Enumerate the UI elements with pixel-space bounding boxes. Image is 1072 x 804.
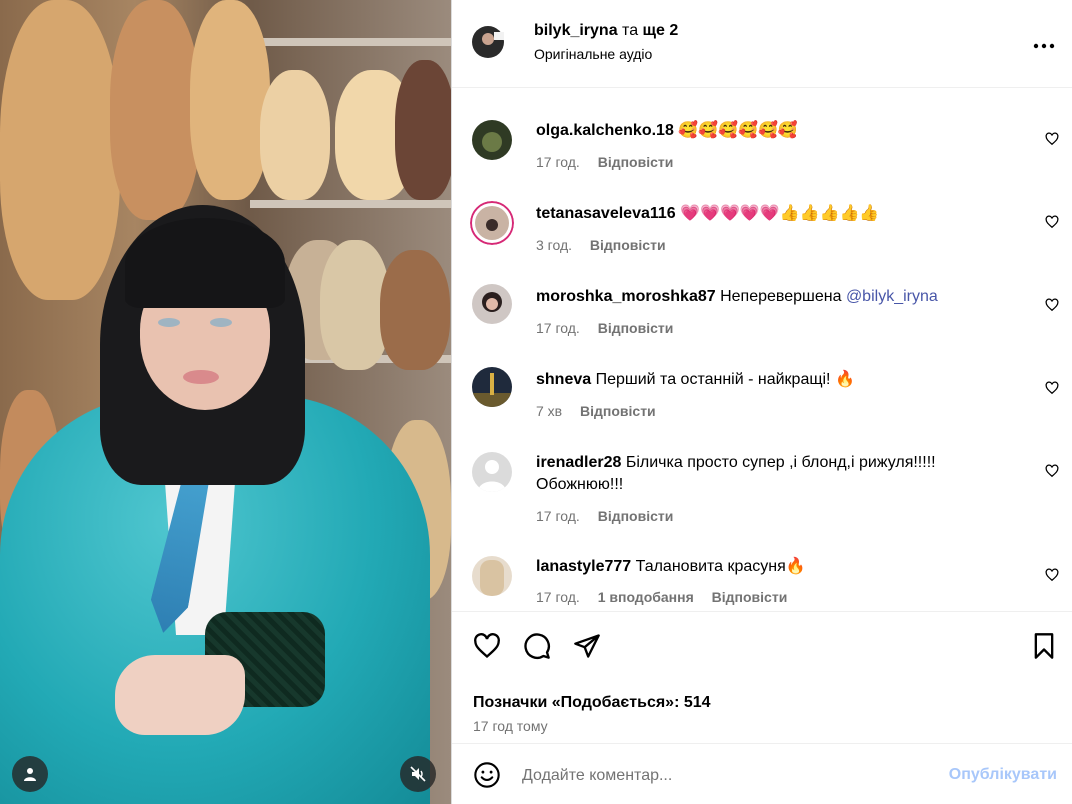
comment-text: Неперевершена — [720, 288, 846, 305]
comment-meta: 17 год. Відповісти — [536, 508, 673, 524]
comment-mention-link[interactable]: @bilyk_iryna — [846, 288, 938, 305]
post-actions: Позначки «Подобається»: 514 17 год тому — [452, 611, 1072, 743]
more-horizontal-icon — [1033, 43, 1055, 49]
likes-count[interactable]: Позначки «Подобається»: 514 — [473, 694, 711, 712]
user-tag-icon — [24, 768, 36, 781]
comment-like-icon[interactable] — [1045, 298, 1059, 312]
author-avatar[interactable] — [472, 26, 504, 58]
reply-button[interactable]: Відповісти — [598, 508, 674, 524]
post-media[interactable] — [0, 0, 451, 804]
reply-button[interactable]: Відповісти — [580, 403, 656, 419]
author-joiner: та — [617, 22, 643, 39]
comment-like-icon[interactable] — [1045, 215, 1059, 229]
post-time[interactable]: 17 год тому — [473, 718, 548, 734]
comment-time[interactable]: 17 год. — [536, 320, 580, 336]
comment-likes-count[interactable]: 1 вподобання — [598, 589, 694, 605]
person-lips — [183, 370, 219, 384]
comment-like-icon[interactable] — [1045, 132, 1059, 146]
comment-time[interactable]: 17 год. — [536, 589, 580, 605]
commenter-avatar[interactable] — [472, 284, 512, 324]
comment-username[interactable]: olga.kalchenko.18 — [536, 122, 674, 139]
comment-meta: 7 хв Відповісти — [536, 403, 656, 419]
person-fringe — [125, 218, 285, 308]
comment-time[interactable]: 17 год. — [536, 154, 580, 170]
coauthors-link[interactable]: ще 2 — [643, 22, 679, 39]
comment-time[interactable]: 3 год. — [536, 237, 572, 253]
reply-button[interactable]: Відповісти — [598, 320, 674, 336]
commenter-avatar[interactable] — [472, 452, 512, 492]
comment-input[interactable] — [522, 763, 922, 789]
comment-username[interactable]: lanastyle777 — [536, 558, 631, 575]
bookmark-icon[interactable] — [1030, 632, 1058, 660]
emoji-icon[interactable] — [473, 761, 501, 789]
commenter-avatar[interactable] — [472, 120, 512, 160]
post-author: bilyk_iryna та ще 2 — [534, 22, 678, 40]
comment-like-icon[interactable] — [1045, 381, 1059, 395]
comment-username[interactable]: tetanasaveleva116 — [536, 205, 676, 222]
comment-composer: Опублікувати — [452, 743, 1072, 804]
comment-username[interactable]: shneva — [536, 371, 591, 388]
person-hand — [115, 655, 245, 735]
post-panel: bilyk_iryna та ще 2 Оригінальне аудіо ol… — [451, 0, 1072, 804]
comment-text: Перший та останній - найкращі! 🔥 — [595, 371, 855, 388]
comments-list[interactable]: olga.kalchenko.18 🥰🥰🥰🥰🥰🥰 17 год. Відпові… — [452, 88, 1072, 611]
comment-like-icon[interactable] — [1045, 464, 1059, 478]
user-tag-button[interactable] — [12, 756, 48, 792]
post-header: bilyk_iryna та ще 2 Оригінальне аудіо — [452, 0, 1072, 88]
heart-icon[interactable] — [473, 632, 501, 660]
comment-like-icon[interactable] — [1045, 568, 1059, 582]
mute-button[interactable] — [400, 756, 436, 792]
comment-text: Талановита красуня🔥 — [635, 558, 806, 575]
comment-meta: 17 год. 1 вподобання Відповісти — [536, 589, 787, 605]
comment-meta: 17 год. Відповісти — [536, 320, 673, 336]
reply-button[interactable]: Відповісти — [712, 589, 788, 605]
more-options-button[interactable] — [1033, 32, 1055, 55]
commenter-avatar[interactable] — [472, 556, 512, 596]
comment-text-line: irenadler28 Біличка просто супер ,і блон… — [536, 452, 1006, 496]
commenter-avatar[interactable] — [472, 367, 512, 407]
author-username[interactable]: bilyk_iryna — [534, 22, 618, 39]
audio-label[interactable]: Оригінальне аудіо — [534, 46, 652, 62]
reply-button[interactable]: Відповісти — [598, 154, 674, 170]
comment-icon[interactable] — [523, 632, 551, 660]
comment-text-line: shneva Перший та останній - найкращі! 🔥 — [536, 369, 1006, 391]
comment-username[interactable]: irenadler28 — [536, 454, 621, 471]
mute-icon — [410, 766, 426, 782]
commenter-avatar[interactable] — [470, 201, 514, 245]
send-icon[interactable] — [573, 632, 601, 660]
comment-text-line: tetanasaveleva116 💗💗💗💗💗👍👍👍👍👍 — [536, 203, 1006, 225]
comment-username[interactable]: moroshka_moroshka87 — [536, 288, 716, 305]
reply-button[interactable]: Відповісти — [590, 237, 666, 253]
person-eye — [158, 318, 180, 327]
comment-text-line: olga.kalchenko.18 🥰🥰🥰🥰🥰🥰 — [536, 120, 1006, 142]
comment-meta: 17 год. Відповісти — [536, 154, 673, 170]
person-eye — [210, 318, 232, 327]
comment-time[interactable]: 7 хв — [536, 403, 562, 419]
comment-text: 🥰🥰🥰🥰🥰🥰 — [678, 122, 798, 139]
comment-meta: 3 год. Відповісти — [536, 237, 666, 253]
publish-button[interactable]: Опублікувати — [949, 766, 1057, 784]
comment-text-line: lanastyle777 Талановита красуня🔥 — [536, 556, 1006, 578]
comment-text-line: moroshka_moroshka87 Неперевершена @bilyk… — [536, 286, 1006, 308]
comment-text: 💗💗💗💗💗👍👍👍👍👍 — [680, 205, 880, 222]
comment-time[interactable]: 17 год. — [536, 508, 580, 524]
